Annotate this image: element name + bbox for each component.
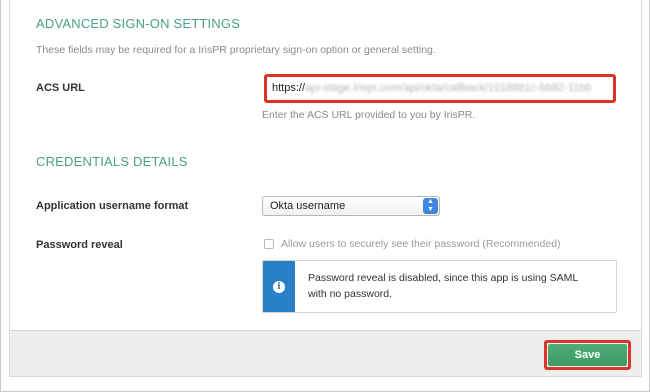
info-message-line2: with no password. xyxy=(308,288,393,300)
password-reveal-info-box: i Password reveal is disabled, since thi… xyxy=(262,260,617,313)
info-message-line1: Password reveal is disabled, since this … xyxy=(308,272,579,284)
save-button[interactable]: Save xyxy=(548,344,627,366)
acs-url-redacted-text: api-stage.irispr.com/api/okta/callback/1… xyxy=(305,82,592,94)
settings-panel: ADVANCED SIGN-ON SETTINGS These fields m… xyxy=(9,0,642,330)
form-footer: Save xyxy=(9,330,642,377)
password-reveal-label: Password reveal xyxy=(36,239,123,251)
advanced-sign-on-description: These fields may be required for a IrisP… xyxy=(36,44,436,56)
info-message: Password reveal is disabled, since this … xyxy=(295,261,578,312)
info-bar: i xyxy=(263,261,295,312)
credentials-details-title: CREDENTIALS DETAILS xyxy=(36,154,188,169)
acs-url-label: ACS URL xyxy=(36,82,85,94)
username-format-value: Okta username xyxy=(270,200,346,212)
username-format-select[interactable]: Okta username ▲ ▼ xyxy=(262,196,440,216)
password-reveal-checkbox-label[interactable]: Allow users to securely see their passwo… xyxy=(281,238,561,250)
password-reveal-checkbox[interactable] xyxy=(264,239,274,249)
acs-url-input[interactable]: https://api-stage.irispr.com/api/okta/ca… xyxy=(264,74,616,103)
acs-url-visible-text: https:// xyxy=(272,82,306,94)
acs-url-hint: Enter the ACS URL provided to you by Iri… xyxy=(262,109,476,121)
info-icon: i xyxy=(273,280,285,293)
save-button-highlight: Save xyxy=(544,340,631,370)
password-reveal-option: Allow users to securely see their passwo… xyxy=(264,238,561,250)
advanced-sign-on-title: ADVANCED SIGN-ON SETTINGS xyxy=(36,16,241,31)
username-format-label: Application username format xyxy=(36,200,189,212)
app-window: ADVANCED SIGN-ON SETTINGS These fields m… xyxy=(0,0,650,392)
updown-chevron-icon: ▲ ▼ xyxy=(423,198,438,214)
